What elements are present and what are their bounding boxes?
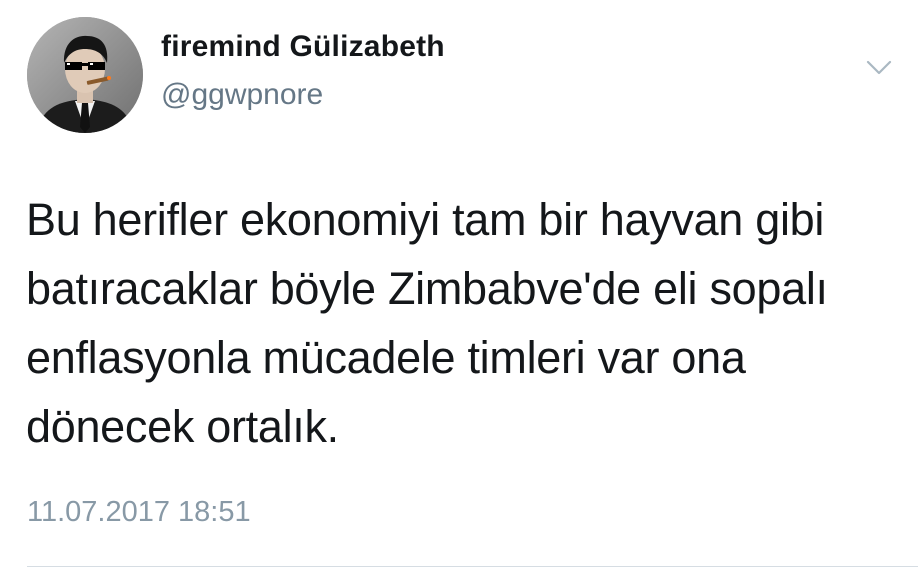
avatar-image bbox=[27, 17, 143, 133]
divider bbox=[27, 566, 918, 567]
chevron-down-icon[interactable] bbox=[866, 60, 892, 76]
user-handle[interactable]: @ggwpnore bbox=[161, 78, 323, 112]
avatar[interactable] bbox=[27, 17, 143, 133]
tweet-timestamp[interactable]: 11.07.2017 18:51 bbox=[27, 496, 251, 529]
tweet-text: Bu herifler ekonomiyi tam bir hayvan gib… bbox=[26, 194, 828, 452]
tweet-card: firemind Gülizabeth @ggwpnore Bu herifle… bbox=[0, 0, 918, 576]
display-name[interactable]: firemind Gülizabeth bbox=[161, 30, 445, 64]
